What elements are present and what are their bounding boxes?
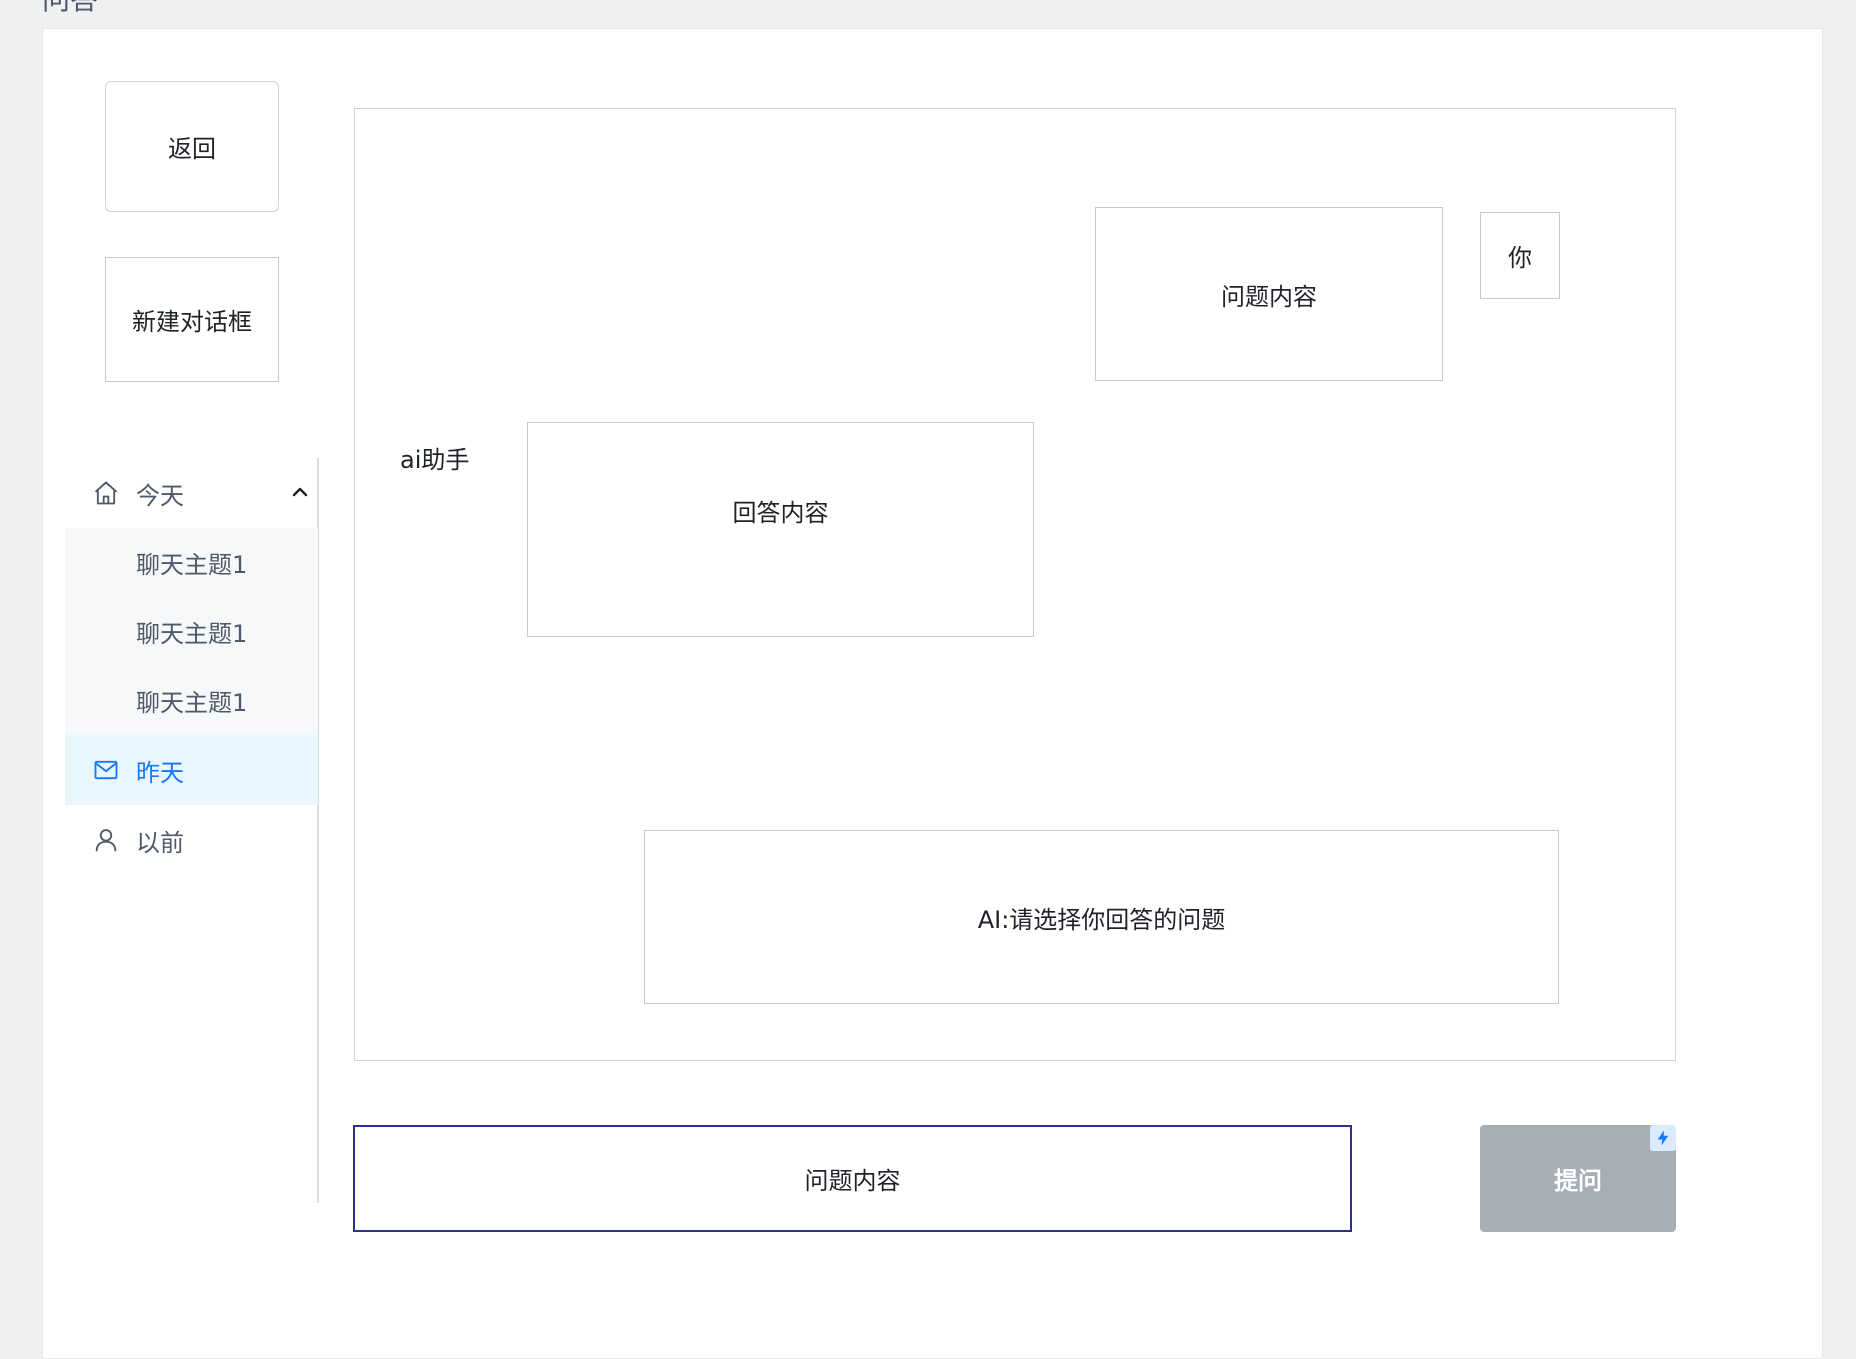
ai-prompt-box[interactable]: AI:请选择你回答的问题 (644, 830, 1559, 1004)
menu-item-today-label: 今天 (136, 481, 184, 510)
menu-item-before[interactable]: 以前 (65, 805, 318, 875)
chevron-up-icon[interactable] (288, 480, 312, 504)
user-icon (92, 826, 120, 854)
chat-topic-item[interactable]: 聊天主题1 (65, 528, 318, 597)
chat-topic-item[interactable]: 聊天主题1 (65, 597, 318, 666)
submit-question-label: 提问 (1554, 1167, 1602, 1195)
submit-question-button[interactable]: 提问 (1480, 1125, 1676, 1232)
today-submenu: 聊天主题1 聊天主题1 聊天主题1 (65, 528, 318, 735)
menu-item-yesterday[interactable]: 昨天 (65, 735, 318, 805)
sidebar-menu: 今天 聊天主题1 聊天主题1 聊天主题1 昨天 以前 (65, 458, 318, 875)
home-icon (92, 479, 120, 507)
lightning-icon (1650, 1125, 1676, 1151)
ai-answer-bubble: 回答内容 (527, 422, 1034, 637)
menu-item-yesterday-label: 昨天 (136, 758, 184, 787)
mail-icon (92, 756, 120, 784)
question-input[interactable]: 问题内容 (353, 1125, 1352, 1232)
user-avatar-label: 你 (1480, 212, 1560, 299)
menu-item-before-label: 以前 (136, 828, 184, 857)
back-button[interactable]: 返回 (105, 81, 279, 212)
ai-assistant-label: ai助手 (400, 446, 470, 474)
chat-topic-item[interactable]: 聊天主题1 (65, 666, 318, 735)
user-question-bubble: 问题内容 (1095, 207, 1443, 381)
new-dialog-button[interactable]: 新建对话框 (105, 257, 279, 382)
menu-item-today[interactable]: 今天 (65, 458, 318, 528)
page-title: 问答 (42, 0, 98, 18)
